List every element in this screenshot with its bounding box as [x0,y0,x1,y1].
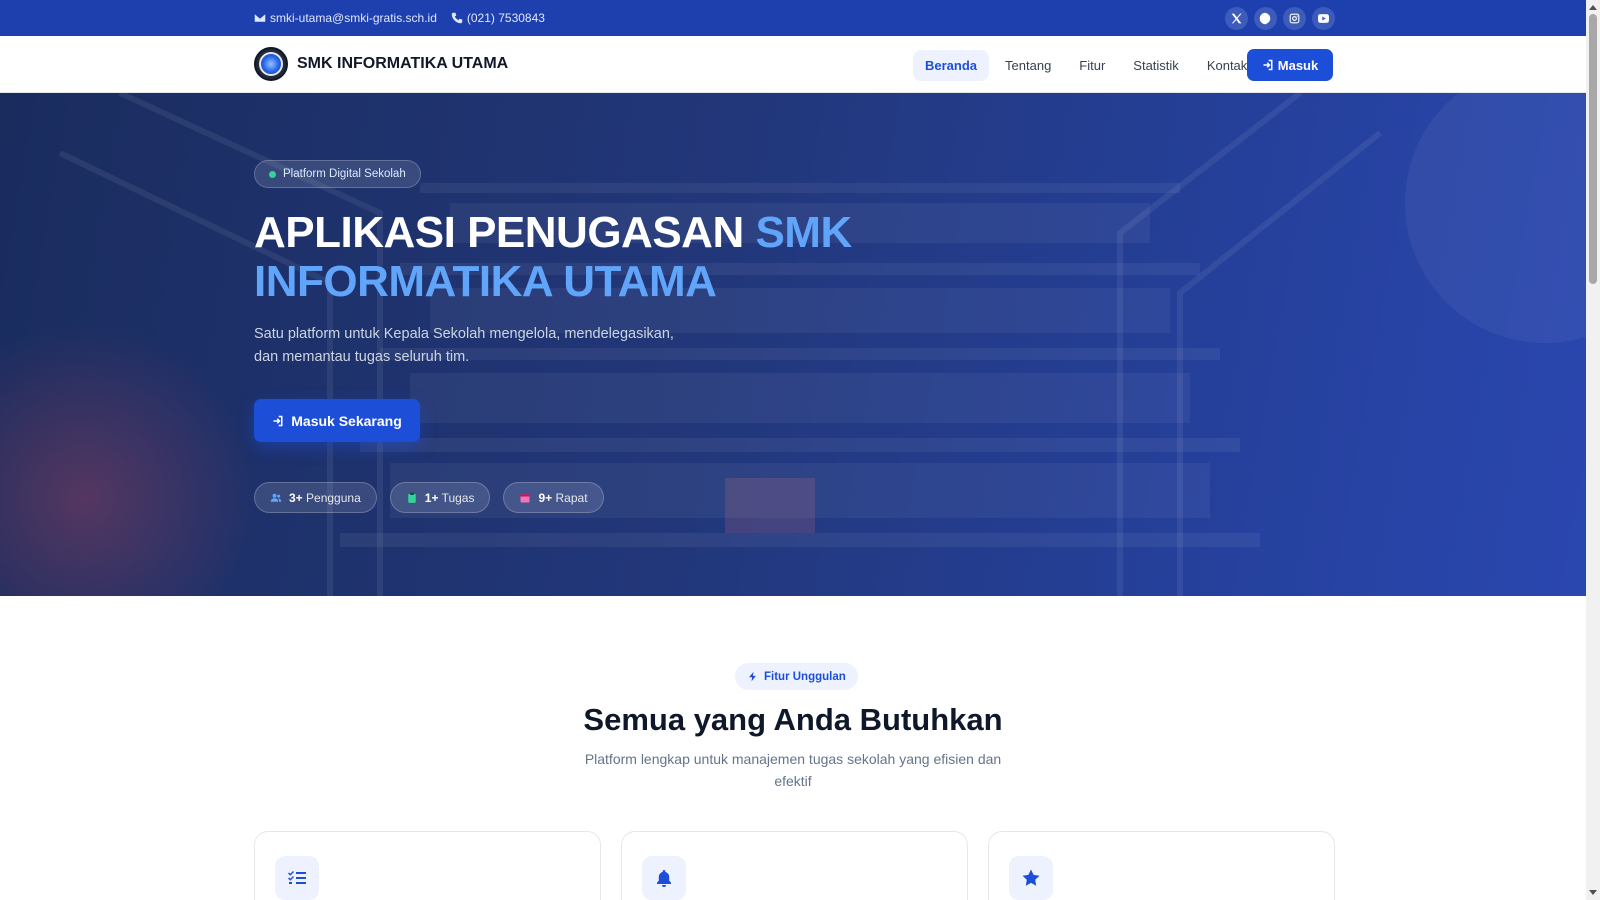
scrollbar-thumb[interactable] [1589,14,1597,284]
users-icon [270,493,282,502]
social-x-button[interactable] [1225,7,1248,30]
bell-icon [657,870,671,887]
email-link[interactable]: smki-utama@smki-gratis.sch.id [254,11,437,25]
mail-icon [254,14,266,22]
platform-badge: Platform Digital Sekolah [254,160,421,188]
masuk-sekarang-label: Masuk Sekarang [291,412,402,429]
stat-pengguna-value: 3+ [289,490,303,505]
checklist-icon [288,871,306,884]
features-subtitle: Platform lengkap untuk manajemen tugas s… [584,751,1002,789]
hero-title: APLIKASI PENUGASAN SMK INFORMATIKA UTAMA [254,208,954,306]
brand[interactable]: SMK INFORMATIKA UTAMA [254,47,508,81]
x-icon [1231,13,1242,24]
star-icon [1022,869,1040,886]
youtube-icon [1317,14,1330,23]
top-bar: smki-utama@smki-gratis.sch.id (021) 7530… [0,0,1586,36]
email-text: smki-utama@smki-gratis.sch.id [270,11,437,25]
brand-name: SMK INFORMATIKA UTAMA [297,55,509,72]
nav-links: Beranda Tentang Fitur Statistik Kontak [913,50,1259,81]
stat-tugas-value: 1+ [424,490,439,505]
feature-card-icon-box [642,856,686,900]
scroll-up-arrow-icon[interactable] [1589,5,1597,10]
login-button-label: Masuk [1277,57,1319,73]
features-tag: Fitur Unggulan [735,663,858,690]
stat-rapat-label: Rapat [555,490,588,505]
social-facebook-button[interactable] [1254,7,1277,30]
login-button[interactable]: Masuk [1247,49,1333,81]
feature-card [254,831,601,900]
social-instagram-button[interactable] [1283,7,1306,30]
features-title: Semua yang Anda Butuhkan [583,702,1003,737]
stat-pengguna-label: Pengguna [306,490,361,505]
feature-card [988,831,1335,900]
calendar-icon [520,493,530,502]
facebook-icon [1259,12,1271,25]
stat-rapat: 9+ Rapat [503,482,604,513]
hero-title-plain: APLIKASI PENUGASAN [254,208,744,257]
contact-info: smki-utama@smki-gratis.sch.id (021) 7530… [254,0,545,36]
main-navbar: SMK INFORMATIKA UTAMA Beranda Tentang Fi… [0,36,1586,93]
instagram-icon [1289,13,1300,24]
hero-section: Platform Digital Sekolah APLIKASI PENUGA… [0,93,1586,596]
status-dot-icon [269,170,276,178]
scroll-down-arrow-icon[interactable] [1589,890,1597,895]
social-youtube-button[interactable] [1312,7,1335,30]
nav-link-beranda[interactable]: Beranda [913,50,990,81]
feature-card-icon-box [1009,856,1053,900]
nav-link-tentang[interactable]: Tentang [993,50,1063,81]
school-logo [254,47,288,81]
phone-icon [451,12,463,24]
login-icon [273,415,283,426]
social-links [1225,7,1335,30]
login-icon [1263,59,1273,71]
hero-stats: 3+ Pengguna 1+ Tugas 9+ Rapat [254,482,604,513]
feature-card-icon-box [275,856,319,900]
stat-tugas: 1+ Tugas [389,482,491,513]
nav-link-fitur[interactable]: Fitur [1067,50,1117,81]
masuk-sekarang-button[interactable]: Masuk Sekarang [254,399,420,442]
feature-card [621,831,968,900]
clipboard-icon [408,492,416,503]
lightning-icon [749,671,756,682]
nav-link-statistik[interactable]: Statistik [1121,50,1191,81]
stat-pengguna: 3+ Pengguna [254,482,377,513]
features-tag-label: Fitur Unggulan [764,670,846,683]
platform-badge-label: Platform Digital Sekolah [283,168,406,180]
hero-subtitle: Satu platform untuk Kepala Sekolah menge… [254,326,674,365]
stat-tugas-label: Tugas [441,490,475,505]
stat-rapat-value: 9+ [538,490,553,505]
phone-link[interactable]: (021) 7530843 [451,11,545,25]
phone-text: (021) 7530843 [466,11,545,25]
page-scrollbar[interactable] [1586,0,1600,900]
